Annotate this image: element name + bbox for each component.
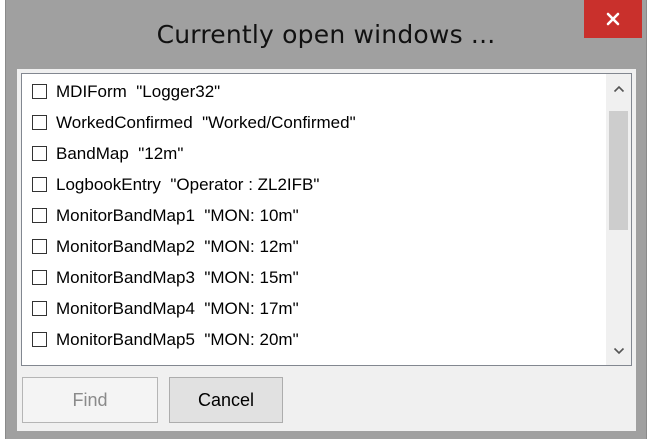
item-checkbox[interactable] bbox=[32, 270, 47, 285]
item-label: MDIForm "Logger32" bbox=[56, 81, 221, 101]
window-bottom-edge bbox=[6, 431, 646, 439]
window-list: MDIForm "Logger32" WorkedConfirmed "Worke… bbox=[22, 74, 607, 365]
find-button[interactable]: Find bbox=[22, 377, 158, 423]
title-bar[interactable]: Currently open windows ... bbox=[6, 0, 646, 68]
list-item[interactable]: MonitorBandMap1 "MON: 10m" bbox=[22, 200, 607, 231]
item-checkbox[interactable] bbox=[32, 177, 47, 192]
item-checkbox[interactable] bbox=[32, 146, 47, 161]
open-windows-dialog: Currently open windows ... MDIForm "Logg… bbox=[5, 0, 647, 439]
chevron-down-icon bbox=[613, 347, 624, 354]
scroll-down-button[interactable] bbox=[606, 338, 631, 363]
vertical-scrollbar[interactable] bbox=[606, 74, 631, 365]
dialog-title: Currently open windows ... bbox=[156, 20, 496, 49]
item-checkbox[interactable] bbox=[32, 208, 47, 223]
close-button[interactable] bbox=[584, 0, 642, 38]
item-checkbox[interactable] bbox=[32, 332, 47, 347]
list-item[interactable]: MDIForm "Logger32" bbox=[22, 76, 607, 107]
item-checkbox[interactable] bbox=[32, 115, 47, 130]
list-item[interactable]: WorkedConfirmed "Worked/Confirmed" bbox=[22, 107, 607, 138]
scroll-thumb[interactable] bbox=[609, 111, 628, 230]
item-label: LogbookEntry "Operator : ZL2IFB" bbox=[56, 174, 320, 194]
scroll-up-button[interactable] bbox=[606, 76, 631, 101]
item-label: MonitorBandMap5 "MON: 20m" bbox=[56, 329, 299, 349]
item-label: MonitorBandMap3 "MON: 15m" bbox=[56, 267, 299, 287]
chevron-up-icon bbox=[613, 85, 624, 92]
item-checkbox[interactable] bbox=[32, 84, 47, 99]
item-label: MonitorBandMap2 "MON: 12m" bbox=[56, 236, 299, 256]
item-label: WorkedConfirmed "Worked/Confirmed" bbox=[56, 112, 356, 132]
item-label: MonitorBandMap4 "MON: 17m" bbox=[56, 298, 299, 318]
button-bar: Find Cancel bbox=[17, 367, 636, 431]
list-item[interactable]: LogbookEntry "Operator : ZL2IFB" bbox=[22, 169, 607, 200]
list-item[interactable]: BandMap "12m" bbox=[22, 138, 607, 169]
item-checkbox[interactable] bbox=[32, 239, 47, 254]
dialog-client-area: MDIForm "Logger32" WorkedConfirmed "Worke… bbox=[17, 69, 636, 431]
list-item[interactable]: MonitorBandMap3 "MON: 15m" bbox=[22, 262, 607, 293]
close-icon bbox=[606, 12, 620, 26]
item-label: BandMap "12m" bbox=[56, 143, 184, 163]
item-checkbox[interactable] bbox=[32, 301, 47, 316]
item-label: MonitorBandMap1 "MON: 10m" bbox=[56, 205, 299, 225]
list-item[interactable]: MonitorBandMap2 "MON: 12m" bbox=[22, 231, 607, 262]
list-item[interactable]: MonitorBandMap4 "MON: 17m" bbox=[22, 293, 607, 324]
open-windows-listbox[interactable]: MDIForm "Logger32" WorkedConfirmed "Worke… bbox=[21, 73, 632, 366]
list-item[interactable]: MonitorBandMap5 "MON: 20m" bbox=[22, 324, 607, 355]
cancel-button[interactable]: Cancel bbox=[169, 377, 283, 423]
